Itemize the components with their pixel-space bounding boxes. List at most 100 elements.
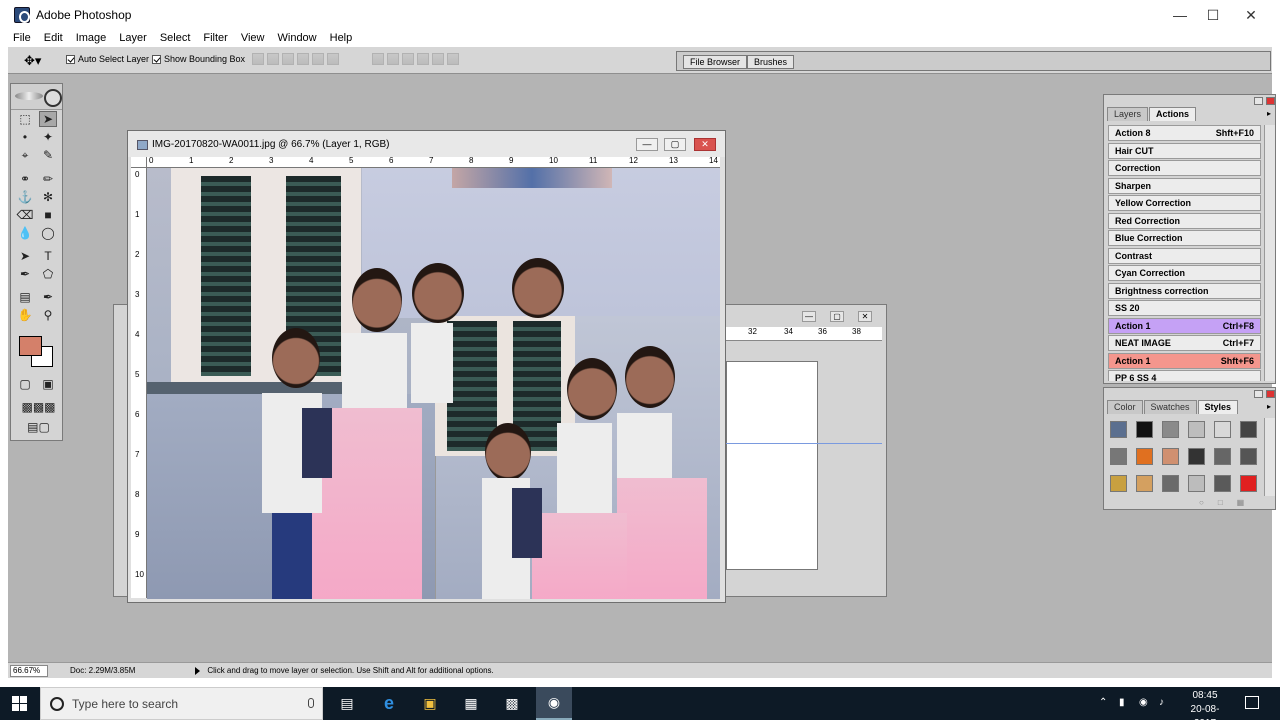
screen-mode-icons[interactable]: ▩▩▩ [16, 399, 61, 415]
wifi-icon[interactable]: ◉ [1139, 697, 1148, 708]
doc2-minimize-button[interactable]: — [802, 311, 816, 322]
palette-minimize-button[interactable] [1254, 97, 1263, 105]
battery-icon[interactable]: ▮ [1119, 697, 1125, 708]
styles-scrollbar[interactable] [1264, 418, 1275, 496]
palette-minimize-button[interactable] [1254, 390, 1263, 398]
menu-window[interactable]: Window [278, 32, 317, 44]
dodge-tool-icon[interactable]: ◯ [39, 225, 57, 241]
action-item[interactable]: Sharpen [1108, 177, 1261, 194]
taskbar-search[interactable]: Type here to search [40, 687, 323, 720]
menu-help[interactable]: Help [330, 32, 353, 44]
action-item[interactable]: Action 1 Shft+F6 [1108, 352, 1261, 369]
taskbar-clock[interactable]: 08:45 20-08-2017 [1180, 689, 1230, 720]
style-swatch[interactable] [1110, 421, 1127, 438]
zoom-tool-icon[interactable]: ⚲ [39, 307, 57, 323]
distribute-buttons[interactable] [372, 53, 462, 65]
style-swatch[interactable] [1214, 448, 1231, 465]
move-tool-preset-icon[interactable]: ✥▾ [24, 53, 41, 69]
brush-tool-icon[interactable]: ✏ [39, 171, 57, 187]
brushes-tab[interactable]: Brushes [747, 55, 795, 69]
eyedropper-tool-icon[interactable]: ✒ [39, 289, 57, 305]
action-item[interactable]: Correction [1108, 160, 1261, 176]
doc2-maximize-button[interactable]: ▢ [830, 311, 844, 322]
history-brush-tool-icon[interactable]: ✻ [39, 189, 57, 205]
lasso-tool-icon[interactable]: • [16, 129, 34, 145]
hand-tool-icon[interactable]: ✋ [16, 307, 34, 323]
jump-to-imageready-icon[interactable]: ▤▢ [16, 419, 61, 435]
path-selection-tool-icon[interactable]: ➤ [16, 248, 34, 264]
style-swatch[interactable] [1240, 475, 1257, 492]
style-swatch[interactable] [1162, 448, 1179, 465]
action-item[interactable]: Action 8 Shft+F10 [1108, 125, 1261, 141]
adobe-online-icon[interactable] [11, 84, 62, 110]
file-explorer-icon[interactable]: ▣ [419, 692, 441, 714]
file-browser-tab[interactable]: File Browser [683, 55, 748, 69]
healing-brush-tool-icon[interactable]: ⚭ [16, 171, 34, 187]
type-tool-icon[interactable]: T [39, 248, 57, 264]
task-view-icon[interactable]: ▤ [336, 692, 358, 714]
crop-tool-icon[interactable]: ⌖ [16, 147, 34, 163]
slice-tool-icon[interactable]: ✎ [39, 147, 57, 163]
menu-filter[interactable]: Filter [203, 32, 227, 44]
document-window[interactable]: IMG-20170820-WA0011.jpg @ 66.7% (Layer 1… [127, 130, 726, 603]
style-swatch[interactable] [1136, 475, 1153, 492]
action-item[interactable]: SS 20 [1108, 300, 1261, 316]
store-icon[interactable]: ▦ [460, 692, 482, 714]
action-item[interactable]: Contrast [1108, 247, 1261, 264]
shape-tool-icon[interactable]: ⬠ [39, 266, 57, 282]
standard-mode-icon[interactable]: ▢ [16, 376, 34, 392]
notification-icon[interactable] [1245, 696, 1259, 709]
styles-footer-icons[interactable]: ○□▦ [1199, 498, 1258, 507]
foreground-color-swatch[interactable] [19, 336, 42, 356]
action-item[interactable]: Hair CUT [1108, 142, 1261, 159]
vertical-ruler[interactable]: 0 1 2 3 4 5 6 7 8 9 10 [131, 168, 147, 598]
doc2-canvas[interactable] [726, 361, 818, 570]
move-tool-icon[interactable]: ➤ [39, 111, 57, 127]
style-swatch[interactable] [1162, 475, 1179, 492]
style-swatch[interactable] [1214, 421, 1231, 438]
action-item[interactable]: Blue Correction [1108, 230, 1261, 246]
tab-layers[interactable]: Layers [1107, 107, 1149, 121]
menu-select[interactable]: Select [160, 32, 191, 44]
blur-tool-icon[interactable]: 💧 [16, 225, 34, 241]
action-item[interactable]: NEAT IMAGE Ctrl+F7 [1108, 335, 1261, 351]
style-swatch[interactable] [1110, 475, 1127, 492]
action-item[interactable]: Cyan Correction [1108, 265, 1261, 281]
tab-swatches[interactable]: Swatches [1143, 400, 1197, 414]
tab-color[interactable]: Color [1107, 400, 1143, 414]
close-button[interactable]: ✕ [1228, 0, 1274, 30]
style-swatch[interactable] [1188, 475, 1205, 492]
notes-tool-icon[interactable]: ▤ [16, 289, 34, 305]
microphone-icon[interactable] [308, 698, 314, 708]
palette-close-button[interactable] [1266, 97, 1275, 105]
gradient-tool-icon[interactable]: ■ [39, 207, 57, 223]
windows-start-icon[interactable] [12, 696, 28, 712]
menu-file[interactable]: File [13, 32, 31, 44]
action-item[interactable]: Yellow Correction [1108, 195, 1261, 211]
pen-tool-icon[interactable]: ✒ [16, 266, 34, 282]
action-item[interactable]: Red Correction [1108, 212, 1261, 229]
eraser-tool-icon[interactable]: ⌫ [16, 207, 34, 223]
style-swatch[interactable] [1214, 475, 1231, 492]
style-swatch[interactable] [1240, 448, 1257, 465]
ruler-origin[interactable] [131, 157, 147, 168]
palette-menu-icon[interactable]: ▸ [1267, 109, 1271, 118]
horizontal-ruler[interactable]: 0 1 2 3 4 5 6 7 8 9 10 11 12 13 14 [147, 157, 720, 168]
doc2-close-button[interactable]: ✕ [858, 311, 872, 322]
auto-select-layer-checkbox[interactable]: Auto Select Layer [66, 54, 149, 64]
style-swatch[interactable] [1136, 421, 1153, 438]
marquee-tool-icon[interactable]: ⬚ [16, 111, 34, 127]
action-item[interactable]: Brightness correction [1108, 282, 1261, 299]
image-canvas[interactable] [147, 168, 720, 599]
style-swatch[interactable] [1110, 448, 1127, 465]
align-buttons[interactable] [252, 53, 342, 65]
doc-maximize-button[interactable]: ▢ [664, 138, 686, 151]
menu-view[interactable]: View [241, 32, 265, 44]
volume-icon[interactable]: ♪ [1159, 697, 1164, 708]
photoshop-taskbar-icon[interactable]: ◉ [536, 687, 572, 720]
menu-layer[interactable]: Layer [119, 32, 147, 44]
actions-scrollbar[interactable] [1264, 125, 1275, 381]
doc-close-button[interactable]: ✕ [694, 138, 716, 151]
tab-styles[interactable]: Styles [1197, 400, 1239, 414]
style-swatch[interactable] [1162, 421, 1179, 438]
